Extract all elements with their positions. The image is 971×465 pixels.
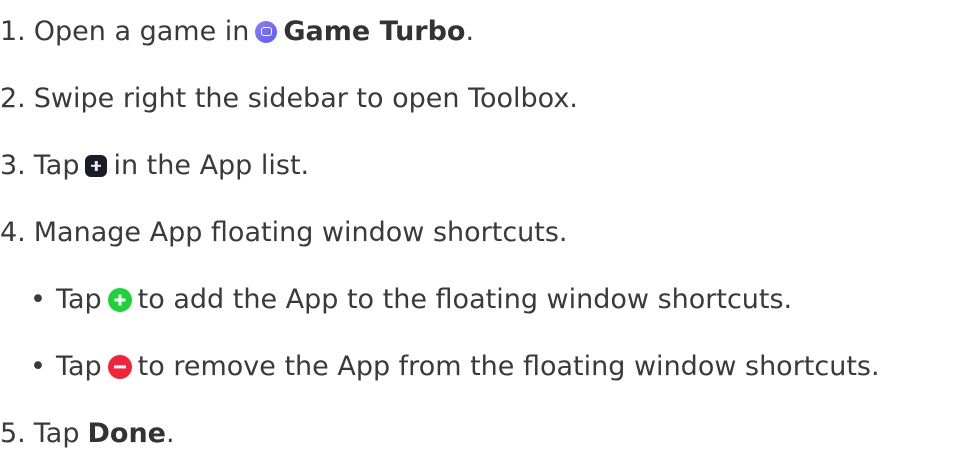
bullet: •	[30, 351, 46, 382]
step-text: Tap	[33, 150, 80, 181]
minus-circle-icon	[107, 355, 132, 379]
step-number: 4.	[0, 217, 26, 248]
step-text-end: in the App list.	[113, 150, 310, 181]
step-4-bullet-remove: • Tap to remove the App from the floatin…	[30, 350, 880, 384]
step-text: Open a game in	[33, 16, 250, 47]
plus-square-icon	[85, 155, 108, 177]
step-text-end: .	[465, 16, 475, 47]
step-text: Manage App floating window shortcuts.	[33, 217, 568, 248]
step-4: 4. Manage App floating window shortcuts.	[0, 216, 568, 250]
step-text-end: to remove the App from the floating wind…	[137, 351, 880, 382]
step-text: Tap	[55, 284, 102, 315]
step-number: 1.	[0, 16, 26, 47]
step-text: Tap	[55, 351, 102, 382]
step-number: 3.	[0, 150, 26, 181]
step-text: Swipe right the sidebar to open Toolbox.	[33, 83, 578, 114]
step-4-bullet-add: • Tap to add the App to the floating win…	[30, 283, 792, 317]
step-3: 3. Tap in the App list.	[0, 149, 309, 183]
step-text-end: to add the App to the floating window sh…	[137, 284, 793, 315]
game-turbo-icon	[255, 21, 278, 43]
step-text-end: .	[165, 418, 175, 449]
app-name-game-turbo: Game Turbo	[283, 16, 466, 47]
done-label: Done	[87, 418, 166, 449]
step-number: 2.	[0, 83, 26, 114]
step-number: 5.	[0, 418, 26, 449]
step-2: 2. Swipe right the sidebar to open Toolb…	[0, 82, 578, 116]
step-5: 5. Tap Done .	[0, 417, 175, 451]
bullet: •	[30, 284, 46, 315]
plus-circle-icon	[107, 288, 132, 312]
step-text: Tap	[33, 418, 80, 449]
step-1: 1. Open a game in Game Turbo .	[0, 15, 474, 49]
